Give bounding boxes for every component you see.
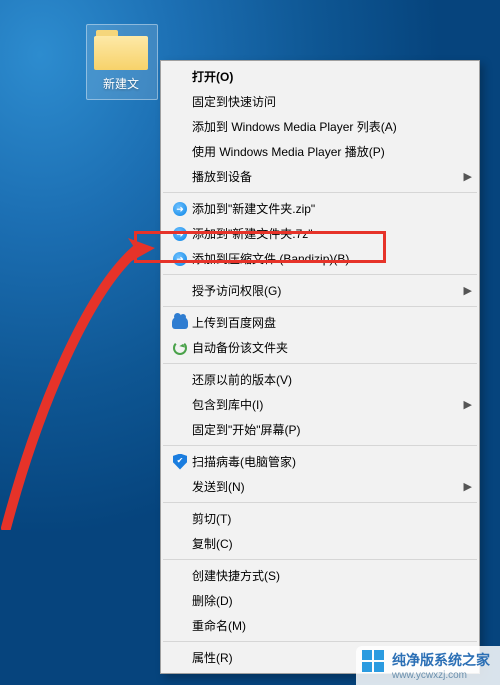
menu-pin-start-label: 固定到"开始"屏幕(P) [192,421,472,438]
menu-send-to[interactable]: 发送到(N) ▶ [162,474,478,499]
menu-shortcut-label: 创建快捷方式(S) [192,567,472,584]
menu-include-library[interactable]: 包含到库中(I) ▶ [162,392,478,417]
submenu-arrow-icon: ▶ [458,284,472,297]
separator [163,363,477,364]
separator [163,306,477,307]
desktop: 新建文 打开(O) 固定到快速访问 添加到 Windows Media Play… [0,0,500,685]
menu-include-lib-label: 包含到库中(I) [192,396,458,413]
menu-bandizip-7z-label: 添加到"新建文件夹.7z" [192,225,472,242]
menu-open[interactable]: 打开(O) [162,64,478,89]
blank-icon [168,117,192,137]
blank-icon [168,477,192,497]
blank-icon [168,616,192,636]
separator [163,192,477,193]
menu-baidu-backup-label: 自动备份该文件夹 [192,339,472,356]
desktop-folder-label: 新建文 [99,74,143,93]
separator [163,445,477,446]
watermark-text: 纯净版系统之家 [392,650,490,670]
menu-delete[interactable]: 删除(D) [162,588,478,613]
blank-icon [168,420,192,440]
menu-open-label: 打开(O) [192,68,472,85]
menu-pin-quick-label: 固定到快速访问 [192,93,472,110]
menu-grant-access-label: 授予访问权限(G) [192,282,458,299]
recycle-icon [168,338,192,358]
menu-bandizip-add-archive[interactable]: 添加到压缩文件 (Bandizip)(B)... [162,246,478,271]
menu-create-shortcut[interactable]: 创建快捷方式(S) [162,563,478,588]
menu-send-to-label: 发送到(N) [192,478,458,495]
context-menu: 打开(O) 固定到快速访问 添加到 Windows Media Player 列… [160,60,480,674]
separator [163,274,477,275]
menu-scan-virus[interactable]: 扫描病毒(电脑管家) [162,449,478,474]
blank-icon [168,395,192,415]
shield-icon [168,452,192,472]
bandizip-icon [168,224,192,244]
blank-icon [168,67,192,87]
submenu-arrow-icon: ▶ [458,480,472,493]
menu-bandizip-add-label: 添加到压缩文件 (Bandizip)(B)... [192,250,472,267]
menu-baidu-backup[interactable]: 自动备份该文件夹 [162,335,478,360]
watermark: 纯净版系统之家 www.ycwxzj.com [356,646,500,685]
menu-wmp-add-list[interactable]: 添加到 Windows Media Player 列表(A) [162,114,478,139]
menu-restore-prev-label: 还原以前的版本(V) [192,371,472,388]
menu-baidu-upload[interactable]: 上传到百度网盘 [162,310,478,335]
bandizip-icon [168,249,192,269]
menu-pin-quick-access[interactable]: 固定到快速访问 [162,89,478,114]
menu-wmp-play[interactable]: 使用 Windows Media Player 播放(P) [162,139,478,164]
cloud-upload-icon [168,313,192,333]
watermark-domain: www.ycwxzj.com [392,670,490,681]
blank-icon [168,509,192,529]
menu-copy-label: 复制(C) [192,535,472,552]
menu-wmp-list-label: 添加到 Windows Media Player 列表(A) [192,118,472,135]
menu-scan-virus-label: 扫描病毒(电脑管家) [192,453,472,470]
separator [163,502,477,503]
windows-logo-icon [362,650,384,672]
separator [163,559,477,560]
blank-icon [168,167,192,187]
blank-icon [168,281,192,301]
menu-rename-label: 重命名(M) [192,617,472,634]
menu-grant-access[interactable]: 授予访问权限(G) ▶ [162,278,478,303]
blank-icon [168,591,192,611]
menu-bandizip-zip-label: 添加到"新建文件夹.zip" [192,200,472,217]
blank-icon [168,648,192,668]
menu-rename[interactable]: 重命名(M) [162,613,478,638]
menu-delete-label: 删除(D) [192,592,472,609]
blank-icon [168,92,192,112]
menu-baidu-upload-label: 上传到百度网盘 [192,314,472,331]
menu-bandizip-add-7z[interactable]: 添加到"新建文件夹.7z" [162,221,478,246]
menu-cut[interactable]: 剪切(T) [162,506,478,531]
menu-cast-label: 播放到设备 [192,168,458,185]
menu-cast-to-device[interactable]: 播放到设备 ▶ [162,164,478,189]
submenu-arrow-icon: ▶ [458,170,472,183]
blank-icon [168,370,192,390]
menu-copy[interactable]: 复制(C) [162,531,478,556]
annotation-arrow [0,230,165,530]
submenu-arrow-icon: ▶ [458,398,472,411]
blank-icon [168,566,192,586]
blank-icon [168,534,192,554]
blank-icon [168,142,192,162]
desktop-folder[interactable]: 新建文 [82,28,160,93]
menu-restore-previous[interactable]: 还原以前的版本(V) [162,367,478,392]
separator [163,641,477,642]
folder-icon [94,28,148,70]
bandizip-icon [168,199,192,219]
menu-bandizip-add-zip[interactable]: 添加到"新建文件夹.zip" [162,196,478,221]
menu-pin-start[interactable]: 固定到"开始"屏幕(P) [162,417,478,442]
menu-cut-label: 剪切(T) [192,510,472,527]
menu-wmp-play-label: 使用 Windows Media Player 播放(P) [192,143,472,160]
